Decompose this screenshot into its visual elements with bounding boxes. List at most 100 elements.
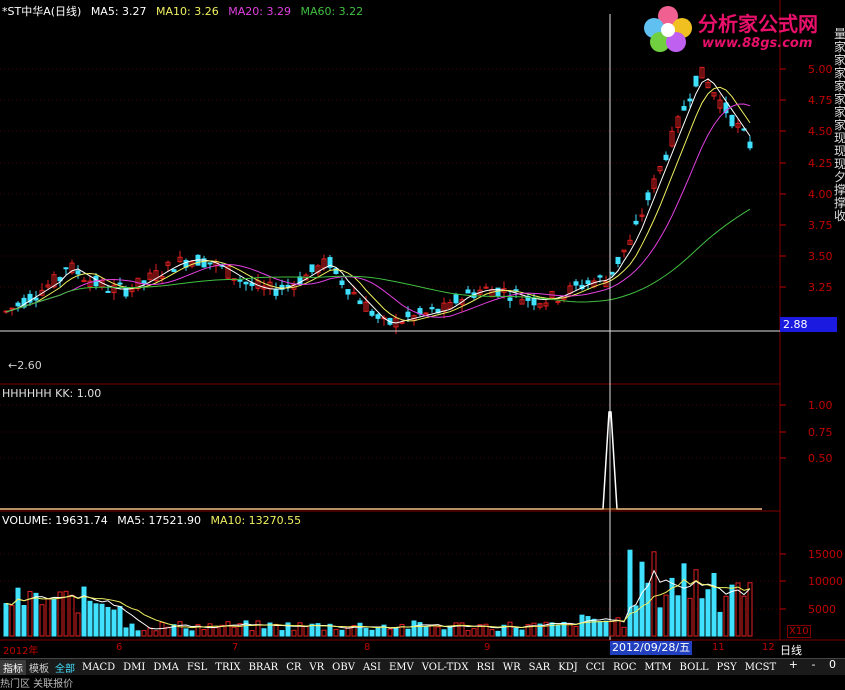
logo-title: 分析家公式网 [698, 12, 818, 36]
volume-tick: 5000 [808, 603, 836, 616]
volume-bar [387, 628, 393, 637]
volume-bar [435, 626, 441, 637]
candle-body [339, 280, 345, 285]
price-tick: 4.00 [808, 188, 833, 201]
tab-all[interactable]: 全部 [52, 660, 78, 675]
indicator-tab-cr[interactable]: CR [282, 662, 305, 673]
volume-bar [711, 572, 717, 637]
volume-bar [495, 630, 501, 637]
volume-bar [249, 630, 255, 637]
volume-bar [441, 629, 447, 637]
volume-bar [663, 594, 669, 637]
zoom-reset-button[interactable]: 0 [824, 658, 841, 671]
indicator-tab-brar[interactable]: BRAR [245, 662, 283, 673]
indicator-tab-dmi[interactable]: DMI [119, 662, 149, 673]
candle-body [15, 302, 21, 307]
stock-chart[interactable] [0, 0, 845, 681]
candle-body [207, 262, 213, 265]
ma5-label: MA5: 3.27 [90, 5, 147, 18]
volume-bar [279, 630, 285, 637]
indicator-tab-emv[interactable]: EMV [385, 662, 418, 673]
volume-bar [303, 625, 309, 637]
volume-bar [567, 623, 573, 637]
volume-tick: 15000 [808, 548, 843, 561]
volume-bar [207, 623, 213, 637]
candle-body [63, 267, 69, 270]
indicator-tab-wr[interactable]: WR [499, 662, 525, 673]
indicator-tab-mtm[interactable]: MTM [640, 662, 675, 673]
right-info-column: 量家家家家家家家现现现夕撑撑收 [834, 27, 845, 223]
price-tick: 3.75 [808, 219, 833, 232]
tab-templates[interactable]: 模板 [26, 660, 52, 675]
indicator-tab-boll[interactable]: BOLL [676, 662, 713, 673]
zoom-out-button[interactable]: - [807, 658, 821, 671]
candle-body [681, 106, 687, 111]
price-tick: 3.50 [808, 250, 833, 263]
candle-body [663, 154, 669, 161]
indicator-tab-vr[interactable]: VR [305, 662, 328, 673]
volume-bar [627, 549, 633, 637]
volume-bar [579, 614, 585, 637]
volume-bar [717, 611, 723, 637]
volume-bar [339, 629, 345, 637]
volume-bar [621, 626, 627, 637]
month-label: 8 [364, 642, 371, 653]
volume-bar [639, 561, 645, 637]
period-label: 日线 [780, 644, 802, 657]
volume-bar [189, 630, 195, 637]
volume-bar [399, 623, 405, 637]
price-tick: 4.25 [808, 157, 833, 170]
indicator-tab-mcst[interactable]: MCST [741, 662, 780, 673]
indicator-tab-sar[interactable]: SAR [525, 662, 555, 673]
indicator-tab-obv[interactable]: OBV [328, 662, 359, 673]
indicator-tab-trix[interactable]: TRIX [211, 662, 244, 673]
indicator-tab-asi[interactable]: ASI [359, 662, 385, 673]
indicator-tab-roc[interactable]: ROC [609, 662, 640, 673]
volume-bar [471, 628, 477, 637]
candle-body [285, 284, 291, 287]
volume-bar [51, 598, 57, 637]
volume-bar [729, 584, 735, 637]
ma20-label: MA20: 3.29 [228, 5, 291, 18]
candle-body [171, 269, 177, 273]
candle-body [585, 280, 591, 285]
tab-indicators[interactable]: 指标 [0, 659, 26, 675]
indicator-tab-psy[interactable]: PSY [713, 662, 741, 673]
volume-bar [255, 620, 261, 637]
indicator-tab-fsl[interactable]: FSL [183, 662, 211, 673]
candle-body [357, 300, 363, 305]
zoom-in-button[interactable]: + [784, 658, 803, 671]
bottom-tabs: 热门区 关联报价 [0, 679, 74, 690]
indicator-tab-dma[interactable]: DMA [149, 662, 182, 673]
candle-body [237, 279, 243, 282]
volume-bar [357, 622, 363, 637]
candle-body [375, 314, 381, 319]
volume-bar [75, 612, 81, 637]
volume-bar [129, 623, 135, 637]
kk-indicator-label: HHHHHH KK: 1.00 [2, 387, 102, 400]
indicator-tab-cci[interactable]: CCI [582, 662, 609, 673]
indicator-tab-bar: 指标 模板 全部 MACD DMI DMA FSL TRIX BRAR CR VR OBV ASI… [0, 658, 845, 675]
indicator-tab-vol-tdx[interactable]: VOL-TDX [418, 662, 473, 673]
period-selector[interactable]: 日线 [780, 642, 840, 658]
indicator-tab-rsi[interactable]: RSI [472, 662, 498, 673]
month-label: 6 [116, 642, 123, 653]
volume-bar [243, 620, 249, 637]
volume-value: VOLUME: 19631.74 [2, 514, 108, 527]
cursor-date-badge: 2012/09/28/五 [610, 641, 693, 655]
volume-bar [609, 620, 615, 637]
candle-body [309, 264, 315, 273]
candle-body [609, 271, 615, 275]
volume-bar [429, 624, 435, 637]
volume-bar [675, 595, 681, 637]
volume-bar [573, 625, 579, 637]
candle-body [687, 98, 693, 102]
volume-bar [165, 626, 171, 637]
candle-body [423, 312, 429, 315]
volume-bar [453, 622, 459, 637]
month-label: 11 [712, 642, 725, 653]
indicator-tab-macd[interactable]: MACD [78, 662, 119, 673]
volume-bar [177, 621, 183, 637]
volume-ma10: MA10: 13270.55 [210, 514, 302, 527]
indicator-tab-kdj[interactable]: KDJ [554, 662, 582, 673]
